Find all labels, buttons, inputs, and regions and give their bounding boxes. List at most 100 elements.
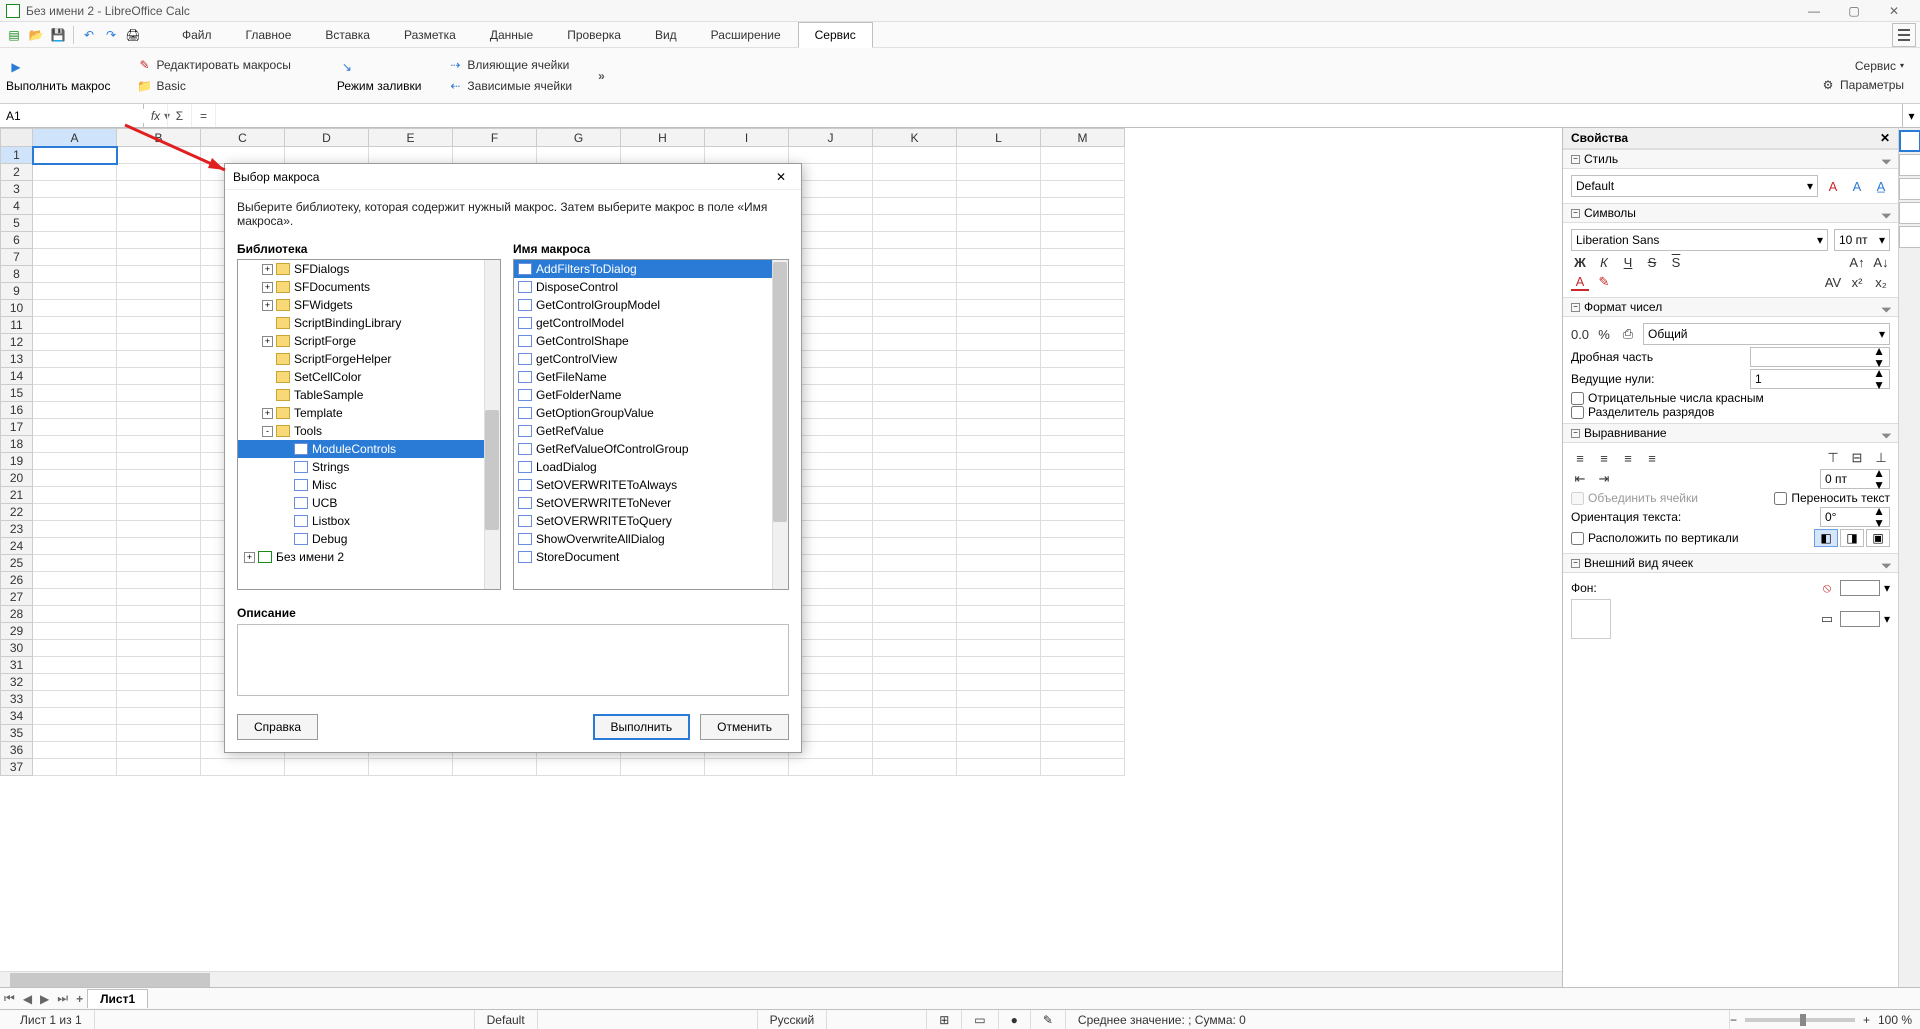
functions-tab[interactable] — [1899, 226, 1920, 248]
cell[interactable] — [33, 283, 117, 300]
formula-expand-icon[interactable]: ▾ — [1902, 104, 1920, 127]
col-header[interactable]: G — [537, 129, 621, 147]
text-dir-ltr[interactable]: ◧ — [1814, 529, 1838, 547]
cell[interactable] — [1041, 725, 1125, 742]
cell[interactable] — [1041, 742, 1125, 759]
cell[interactable] — [873, 521, 957, 538]
tree-item[interactable]: UCB — [238, 494, 500, 512]
status-style[interactable]: Default — [475, 1010, 538, 1029]
cell[interactable] — [33, 555, 117, 572]
leading-input[interactable]: 1 ▲▼ — [1750, 369, 1890, 389]
nofill-icon[interactable]: ⦸ — [1818, 579, 1836, 597]
cell[interactable] — [1041, 504, 1125, 521]
cell[interactable] — [873, 589, 957, 606]
cell[interactable] — [957, 198, 1041, 215]
update-style-icon[interactable]: A — [1824, 177, 1842, 195]
cell[interactable] — [117, 538, 201, 555]
cell[interactable] — [1041, 470, 1125, 487]
cell[interactable] — [117, 759, 201, 776]
cell[interactable] — [873, 334, 957, 351]
status-insert[interactable]: ⊞ — [927, 1010, 962, 1029]
col-header[interactable]: L — [957, 129, 1041, 147]
row-header[interactable]: 5 — [1, 215, 33, 232]
cell[interactable] — [1041, 487, 1125, 504]
cell[interactable] — [957, 232, 1041, 249]
cell[interactable] — [117, 453, 201, 470]
more-icon[interactable]: ◢ — [1880, 427, 1893, 440]
cell[interactable] — [789, 759, 873, 776]
dialog-close-icon[interactable]: ✕ — [769, 165, 793, 189]
cell[interactable] — [1041, 521, 1125, 538]
basic-button[interactable]: 📁 Basic — [134, 77, 292, 95]
cell[interactable] — [957, 623, 1041, 640]
cell[interactable] — [1041, 368, 1125, 385]
cell[interactable] — [33, 334, 117, 351]
cell[interactable] — [873, 402, 957, 419]
maximize-button[interactable]: ▢ — [1834, 1, 1874, 21]
cell[interactable] — [537, 759, 621, 776]
cell[interactable] — [117, 402, 201, 419]
bold-icon[interactable]: Ж — [1571, 253, 1589, 271]
valign-top-icon[interactable]: ⊤ — [1824, 449, 1842, 467]
sheet-add[interactable]: + — [72, 992, 87, 1006]
tree-item[interactable]: Misc — [238, 476, 500, 494]
description-textarea[interactable] — [237, 624, 789, 696]
cell[interactable] — [873, 249, 957, 266]
cell[interactable] — [789, 147, 873, 164]
macro-item[interactable]: GetFileName — [514, 368, 788, 386]
wrap-checkbox[interactable]: Переносить текст — [1774, 491, 1890, 505]
cell-reference-box[interactable]: ▾ — [0, 104, 144, 127]
decimals-input[interactable]: ▲▼ — [1750, 347, 1890, 367]
orient-input[interactable]: 0° ▲▼ — [1820, 507, 1890, 527]
cell[interactable] — [957, 657, 1041, 674]
cell[interactable] — [705, 759, 789, 776]
cell[interactable] — [33, 249, 117, 266]
cell[interactable] — [117, 606, 201, 623]
cell[interactable] — [873, 572, 957, 589]
gallery-tab[interactable] — [1899, 178, 1920, 200]
cell[interactable] — [957, 266, 1041, 283]
minimize-button[interactable]: — — [1794, 1, 1834, 21]
row-header[interactable]: 34 — [1, 708, 33, 725]
cell[interactable] — [33, 419, 117, 436]
cell[interactable] — [957, 487, 1041, 504]
cell[interactable] — [873, 283, 957, 300]
run-button[interactable]: Выполнить — [593, 714, 691, 740]
row-header[interactable]: 12 — [1, 334, 33, 351]
cell[interactable] — [957, 436, 1041, 453]
tree-item[interactable]: +SFDialogs — [238, 260, 500, 278]
cell[interactable] — [873, 317, 957, 334]
cell[interactable] — [873, 164, 957, 181]
cell[interactable] — [33, 640, 117, 657]
cell[interactable] — [957, 674, 1041, 691]
cell[interactable] — [1041, 300, 1125, 317]
cell[interactable] — [33, 181, 117, 198]
row-header[interactable]: 2 — [1, 164, 33, 181]
cell[interactable] — [117, 147, 201, 164]
row-header[interactable]: 25 — [1, 555, 33, 572]
cell[interactable] — [33, 657, 117, 674]
menu-файл[interactable]: Файл — [165, 22, 229, 48]
tree-item[interactable]: ModuleControls — [238, 440, 500, 458]
cell[interactable] — [957, 521, 1041, 538]
col-header[interactable]: M — [1041, 129, 1125, 147]
border-style-icon[interactable]: ▭ — [1818, 610, 1836, 628]
cell[interactable] — [33, 521, 117, 538]
cell[interactable] — [957, 708, 1041, 725]
tree-item[interactable]: Debug — [238, 530, 500, 548]
align-right-icon[interactable]: ≡ — [1619, 449, 1637, 467]
font-grow-icon[interactable]: A↑ — [1848, 253, 1866, 271]
open-icon[interactable]: 📂 — [26, 25, 46, 45]
macro-item[interactable]: getControlView — [514, 350, 788, 368]
sidebar-close-icon[interactable]: ✕ — [1880, 131, 1890, 145]
menu-проверка[interactable]: Проверка — [550, 22, 638, 48]
cell[interactable] — [117, 198, 201, 215]
row-header[interactable]: 22 — [1, 504, 33, 521]
cell[interactable] — [117, 334, 201, 351]
cell[interactable] — [1041, 453, 1125, 470]
cell[interactable] — [33, 266, 117, 283]
align-center-icon[interactable]: ≡ — [1595, 449, 1613, 467]
border-preview[interactable] — [1571, 599, 1611, 639]
cell[interactable] — [957, 368, 1041, 385]
cell[interactable] — [957, 215, 1041, 232]
